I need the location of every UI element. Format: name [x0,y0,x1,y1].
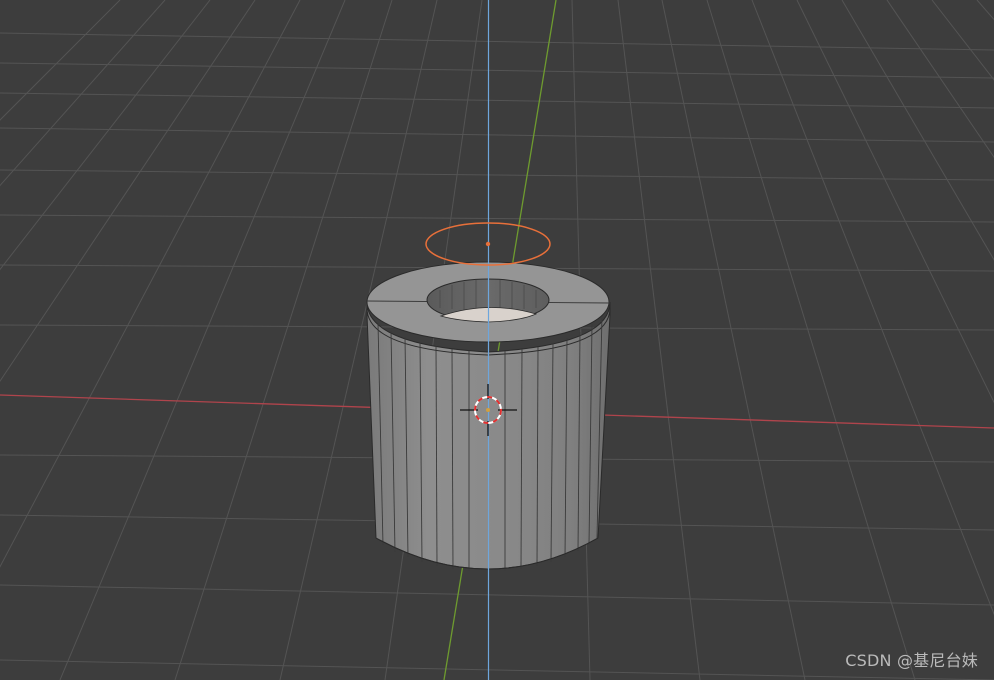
3d-viewport[interactable]: CSDN @基尼台妹 [0,0,994,680]
selected-object-origin[interactable] [485,241,491,247]
viewport-scene[interactable] [0,0,994,680]
watermark-text: CSDN @基尼台妹 [845,651,978,670]
